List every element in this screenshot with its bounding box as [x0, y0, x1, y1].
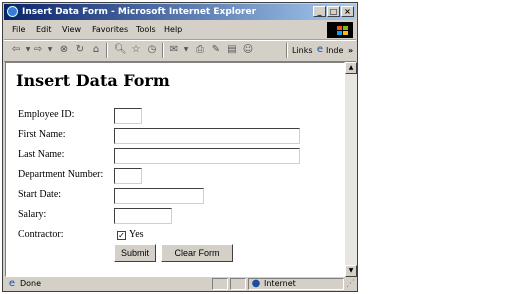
department-number-label: Department Number: [18, 169, 104, 180]
scroll-up-icon[interactable]: ▲ [345, 62, 357, 74]
toolbar: ⇦ ▼ ⇨ ▼ ⊗ ↻ ⌂ 🔍︎ ☆ ◷ ✉ ▼ ⎙ ✎ ▤ ☺ Links e… [4, 40, 356, 62]
minimize-button[interactable]: _ [313, 6, 326, 17]
forward-icon[interactable]: ⇨ [32, 44, 44, 56]
resize-grip-icon[interactable]: ⋰ [346, 277, 355, 291]
maximize-button[interactable]: □ [327, 6, 340, 17]
page-content: Insert Data Form Employee ID: First Name… [5, 62, 345, 277]
stop-icon[interactable]: ⊗ [58, 44, 70, 56]
first-name-input[interactable] [114, 128, 300, 144]
employee-id-input[interactable] [114, 108, 142, 124]
windows-logo-icon [327, 22, 353, 38]
contractor-label: Contractor: [18, 229, 64, 240]
page-icon: e [8, 278, 16, 289]
zone-cell [248, 278, 344, 290]
print-icon[interactable]: ⎙ [194, 44, 206, 56]
ie-icon [7, 6, 18, 17]
last-name-input[interactable] [114, 148, 300, 164]
toolbar-separator [162, 43, 164, 58]
clear-form-button[interactable]: Clear Form [161, 244, 233, 262]
browser-window: Insert Data Form - Microsoft Internet Ex… [2, 2, 358, 292]
globe-icon: ● [251, 278, 261, 289]
mail-dropdown-icon[interactable]: ▼ [180, 44, 192, 56]
status-bar: e Done ● Internet ⋰ [4, 277, 356, 291]
window-title: Insert Data Form - Microsoft Internet Ex… [22, 7, 257, 17]
department-number-input[interactable] [114, 168, 142, 184]
salary-input[interactable] [114, 208, 172, 224]
messenger-icon[interactable]: ☺ [242, 44, 254, 56]
more-links-chevron-icon[interactable]: » [348, 41, 353, 61]
forward-dropdown-icon[interactable]: ▼ [44, 44, 56, 56]
inde-link[interactable]: Inde [326, 41, 343, 61]
title-bar[interactable]: Insert Data Form - Microsoft Internet Ex… [4, 4, 356, 20]
submit-button[interactable]: Submit [114, 244, 156, 262]
employee-id-label: Employee ID: [18, 109, 75, 120]
mail-icon[interactable]: ✉ [168, 44, 180, 56]
discuss-icon[interactable]: ▤ [226, 44, 238, 56]
menu-bar: File Edit View Favorites Tools Help [4, 21, 356, 40]
search-icon[interactable]: 🔍︎ [114, 44, 127, 56]
links-label[interactable]: Links [292, 41, 313, 61]
home-icon[interactable]: ⌂ [90, 44, 102, 56]
last-name-label: Last Name: [18, 149, 65, 160]
back-icon[interactable]: ⇦ [10, 44, 22, 56]
start-date-input[interactable] [114, 188, 204, 204]
start-date-label: Start Date: [18, 189, 62, 200]
menu-view[interactable]: View [62, 21, 81, 39]
toolbar-separator [286, 43, 288, 58]
history-icon[interactable]: ◷ [146, 44, 158, 56]
contractor-yes-label: Yes [129, 229, 144, 240]
ie-link-icon[interactable]: e [314, 44, 326, 56]
toolbar-separator [106, 43, 108, 58]
menu-tools[interactable]: Tools [136, 21, 156, 39]
edit-icon[interactable]: ✎ [210, 44, 222, 56]
zone-text: Internet [264, 279, 296, 288]
status-cell [212, 278, 228, 290]
menu-file[interactable]: File [12, 21, 25, 39]
status-cell [230, 278, 246, 290]
salary-label: Salary: [18, 209, 47, 220]
menu-favorites[interactable]: Favorites [92, 21, 128, 39]
first-name-label: First Name: [18, 129, 66, 140]
vertical-scrollbar[interactable]: ▲ ▼ [345, 62, 357, 277]
scroll-down-icon[interactable]: ▼ [345, 265, 357, 277]
close-button[interactable]: × [341, 6, 354, 17]
favorites-icon[interactable]: ☆ [130, 44, 142, 56]
page-title: Insert Data Form [16, 71, 170, 90]
contractor-checkbox[interactable]: ✓ [117, 231, 126, 240]
refresh-icon[interactable]: ↻ [74, 44, 86, 56]
menu-edit[interactable]: Edit [36, 21, 52, 39]
status-text: Done [20, 279, 42, 288]
menu-help[interactable]: Help [164, 21, 182, 39]
